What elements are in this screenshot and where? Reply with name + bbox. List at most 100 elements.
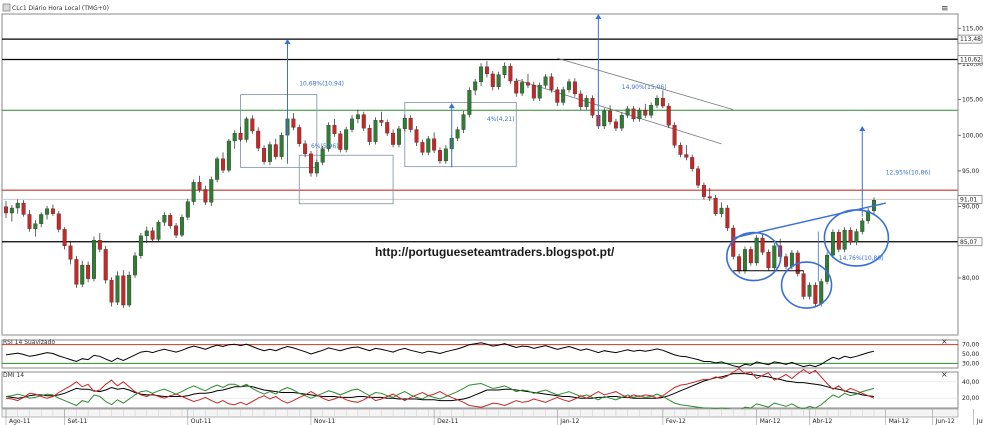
candle[interactable] (743, 246, 747, 274)
candle[interactable] (179, 214, 184, 238)
candle-body (179, 217, 184, 236)
candle-body (62, 229, 67, 246)
candle[interactable] (361, 111, 366, 131)
candle[interactable] (772, 242, 777, 271)
candle[interactable] (561, 86, 566, 106)
instrument-icon[interactable] (2, 3, 11, 12)
candle[interactable] (748, 246, 753, 266)
candle[interactable] (297, 124, 302, 147)
candle-body (361, 114, 366, 129)
month-label: Ago-11 (9, 418, 31, 425)
candle-body (473, 81, 478, 91)
candle[interactable] (672, 122, 677, 149)
candle[interactable] (127, 271, 132, 308)
menu-icon[interactable]: ≡ (941, 4, 949, 14)
candle[interactable] (396, 125, 401, 148)
candle-body (678, 145, 683, 155)
candle[interactable] (373, 117, 378, 145)
candle[interactable] (766, 249, 771, 271)
candle-body (438, 150, 442, 162)
candle-body (514, 80, 519, 94)
candle-body (232, 132, 237, 142)
candle-body (772, 245, 777, 269)
candle[interactable] (56, 210, 61, 233)
candle[interactable] (209, 176, 214, 206)
candle[interactable] (244, 116, 249, 143)
price-tick-label: 105,00 (962, 97, 983, 104)
month-label: Mai-12 (889, 418, 910, 425)
candle[interactable] (801, 270, 806, 300)
month-label: Out-11 (191, 418, 212, 425)
candle[interactable] (226, 138, 231, 173)
candle[interactable] (467, 87, 472, 118)
candle-body (537, 85, 542, 99)
candle-body (584, 98, 589, 107)
candle[interactable] (825, 252, 830, 285)
candle-body (74, 259, 79, 285)
candle[interactable] (590, 95, 595, 119)
candle[interactable] (836, 229, 841, 253)
candle[interactable] (109, 277, 114, 307)
percent-annotation-0: 10,68%(10,94) (299, 80, 344, 87)
candle-body (713, 197, 718, 214)
candle[interactable] (754, 235, 759, 266)
candle[interactable] (830, 229, 835, 258)
candle[interactable] (279, 132, 284, 160)
candle-body (215, 158, 220, 180)
price-tick-label: 115,00 (962, 25, 983, 32)
candle[interactable] (309, 150, 313, 177)
candle[interactable] (215, 156, 220, 183)
candle-body (643, 110, 648, 116)
candle-body (115, 275, 120, 303)
candle[interactable] (338, 130, 343, 153)
candle-body (602, 110, 607, 127)
candle[interactable] (344, 126, 349, 153)
rsi-close-icon[interactable]: × (941, 337, 948, 346)
candle[interactable] (842, 227, 847, 253)
candle[interactable] (426, 135, 431, 156)
candle-body (309, 153, 313, 174)
candle-body (45, 208, 50, 215)
candle[interactable] (138, 232, 143, 259)
percent-annotation-5: 14,76%(10,80) (839, 255, 884, 262)
candle-body (479, 66, 484, 82)
candle[interactable] (508, 63, 513, 84)
candle-body (250, 118, 255, 132)
dmi-close-icon[interactable]: × (941, 370, 948, 379)
candle[interactable] (133, 252, 137, 278)
candle[interactable] (262, 145, 267, 165)
candle-body (15, 202, 20, 209)
candle-body (262, 147, 267, 162)
candle[interactable] (666, 103, 671, 129)
candle[interactable] (103, 245, 108, 284)
candle[interactable] (267, 141, 272, 166)
blog-watermark: http://portugueseteamtraders.blogspot.pt… (375, 245, 615, 259)
candle-body (191, 182, 196, 202)
candle-body (743, 249, 747, 271)
candle[interactable] (92, 236, 96, 282)
candle[interactable] (696, 165, 701, 189)
candle-body (684, 154, 689, 158)
candle-body (109, 279, 114, 303)
chart-svg[interactable]: 10,68%(10,94) 4%(4,21) 14,90%(15,06) 6%(5,9… (0, 0, 983, 425)
candle[interactable] (602, 108, 607, 129)
price-marker-label: 110,62 (960, 57, 981, 64)
candle[interactable] (115, 271, 120, 306)
candle-body (520, 82, 525, 94)
candle-body (426, 138, 431, 153)
candle[interactable] (74, 255, 79, 288)
candle[interactable] (191, 179, 196, 206)
candle-body (221, 158, 225, 171)
candle[interactable] (713, 195, 718, 216)
candle[interactable] (121, 270, 126, 308)
candle-body (760, 237, 765, 253)
candle[interactable] (813, 282, 818, 307)
candle[interactable] (619, 112, 624, 131)
candle-body (484, 66, 489, 75)
candle[interactable] (156, 220, 161, 242)
candle[interactable] (256, 127, 261, 151)
candle[interactable] (185, 198, 190, 221)
candle[interactable] (725, 205, 730, 231)
candle-body (396, 128, 401, 145)
candle[interactable] (537, 82, 542, 102)
